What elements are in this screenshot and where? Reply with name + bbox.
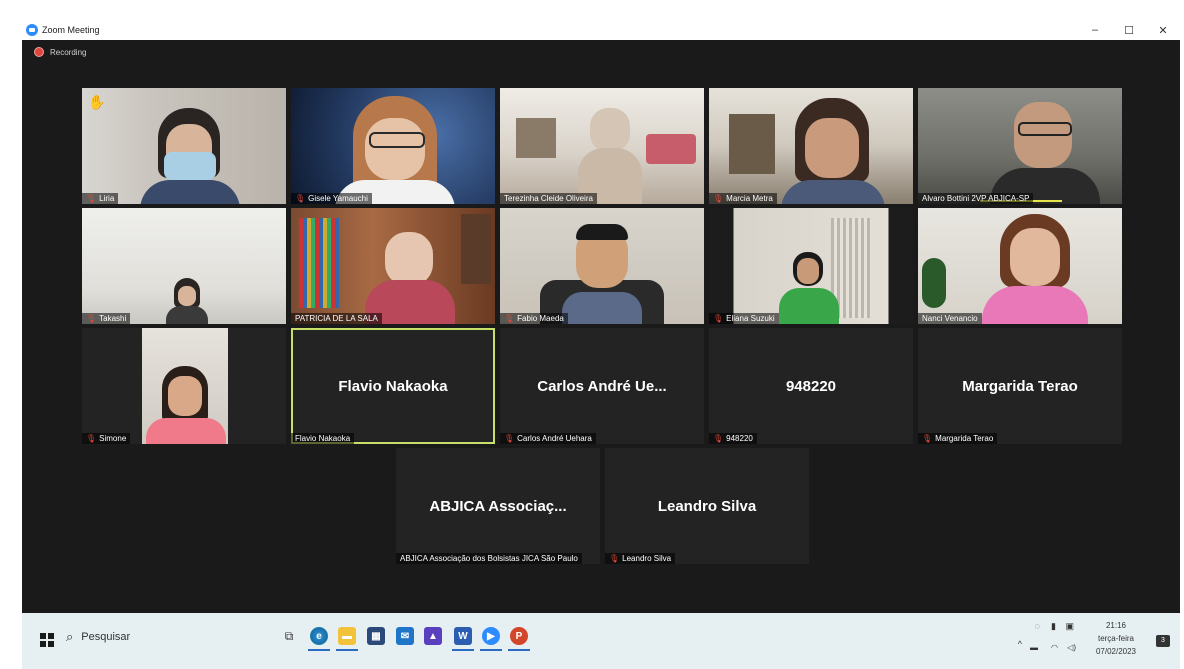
participant-name: 🎙 Margarida Terao bbox=[918, 433, 998, 444]
video-tile-gisele[interactable]: 🎙 Gisele Yamauchi bbox=[291, 88, 495, 204]
photos-icon[interactable]: ▲ bbox=[424, 627, 442, 645]
video-tile-margarida[interactable]: Margarida Terao 🎙 Margarida Terao bbox=[918, 328, 1122, 444]
video-tile-abjica[interactable]: ABJICA Associaç... ABJICA Associação dos… bbox=[396, 448, 600, 564]
edge-icon[interactable]: e bbox=[308, 627, 330, 651]
battery-icon[interactable]: ▬ bbox=[1030, 643, 1038, 652]
participant-name: 🎙 Fabio Maeda bbox=[500, 313, 568, 324]
participant-display-name: Carlos André Ue... bbox=[537, 377, 667, 395]
video-tile-leandro[interactable]: Leandro Silva 🎙 Leandro Silva bbox=[605, 448, 809, 564]
maximize-button[interactable]: ☐ bbox=[1112, 20, 1146, 40]
raised-hand-icon: ✋ bbox=[88, 94, 106, 110]
participant-name: Alvaro Bottini 2VP ABJICA-SP bbox=[918, 193, 1034, 204]
wifi-icon[interactable]: ◠ bbox=[1051, 643, 1058, 652]
participant-name: Flavio Nakaoka bbox=[291, 433, 355, 444]
muted-mic-icon: 🎙 bbox=[922, 434, 933, 443]
participant-name: 🎙 Marcia Metra bbox=[709, 193, 777, 204]
participant-display-name: 948220 bbox=[785, 377, 837, 395]
zoom-logo-icon bbox=[26, 24, 38, 36]
video-tile-fabio[interactable]: 🎙 Fabio Maeda bbox=[500, 208, 704, 324]
task-view-icon[interactable]: ⧉ bbox=[280, 627, 298, 645]
video-tile-948220[interactable]: 948220 🎙 948220 bbox=[709, 328, 913, 444]
close-button[interactable]: ✕ bbox=[1146, 20, 1180, 40]
muted-mic-icon: 🎙 bbox=[713, 434, 724, 443]
muted-mic-icon: 🎙 bbox=[86, 314, 97, 323]
recording-indicator[interactable]: Recording bbox=[34, 47, 86, 57]
clock-time: 21:16 bbox=[1105, 621, 1126, 630]
search-icon: ⌕ bbox=[66, 629, 74, 644]
muted-mic-icon: 🎙 bbox=[504, 434, 515, 443]
powerpoint-icon[interactable]: P bbox=[508, 627, 530, 651]
participant-name: ABJICA Associação dos Bolsistas JICA São… bbox=[396, 553, 582, 564]
muted-mic-icon: 🎙 bbox=[86, 194, 97, 203]
store-icon[interactable]: ▦ bbox=[367, 627, 385, 645]
participant-display-name: Flavio Nakaoka bbox=[338, 377, 448, 395]
participant-name: 🎙 Leandro Silva bbox=[605, 553, 676, 564]
taskbar-clock[interactable]: 21:16 terça-feira 07/02/2023 bbox=[1096, 619, 1136, 658]
participant-name: 🎙 Simone bbox=[82, 433, 131, 444]
participant-name: PATRICIA DE LA SALA bbox=[291, 313, 382, 324]
video-tile-flavio-active-speaker[interactable]: Flavio Nakaoka Flavio Nakaoka bbox=[291, 328, 495, 444]
window-title: Zoom Meeting bbox=[42, 25, 100, 35]
video-tile-nanci[interactable]: Nanci Venancio bbox=[918, 208, 1122, 324]
microphone-icon[interactable]: ▮ bbox=[1051, 621, 1056, 632]
mail-icon[interactable]: ✉ bbox=[396, 627, 414, 645]
participant-name: 🎙 948220 bbox=[709, 433, 757, 444]
clock-date: 07/02/2023 bbox=[1095, 647, 1136, 656]
muted-mic-icon: 🎙 bbox=[295, 194, 306, 203]
screen-icon[interactable]: ▣ bbox=[1065, 621, 1074, 632]
participant-name: 🎙 Liria bbox=[82, 193, 119, 204]
video-tile-terezinha[interactable]: Terezinha Cleide Oliveira bbox=[500, 88, 704, 204]
video-tile-marcia[interactable]: 🎙 Marcia Metra bbox=[709, 88, 913, 204]
windows-start-icon[interactable] bbox=[40, 633, 54, 647]
muted-mic-icon: 🎙 bbox=[504, 314, 515, 323]
participant-name: Nanci Venancio bbox=[918, 313, 982, 324]
participant-name: 🎙 Eliana Suzuki bbox=[709, 313, 779, 324]
participant-display-name: ABJICA Associaç... bbox=[429, 497, 567, 515]
title-bar: Zoom Meeting – ☐ ✕ bbox=[22, 20, 1180, 40]
muted-mic-icon: 🎙 bbox=[609, 554, 620, 563]
video-tile-patricia[interactable]: PATRICIA DE LA SALA bbox=[291, 208, 495, 324]
volume-icon[interactable]: ◁) bbox=[1067, 643, 1076, 652]
search-placeholder: Pesquisar bbox=[81, 631, 131, 643]
muted-mic-icon: 🎙 bbox=[713, 314, 724, 323]
chevron-up-icon[interactable]: ^ bbox=[1018, 639, 1022, 649]
participant-display-name: Margarida Terao bbox=[962, 377, 1078, 395]
notification-icon[interactable]: 3 bbox=[1156, 635, 1170, 647]
video-tile-simone[interactable]: 🎙 Simone bbox=[82, 328, 286, 444]
participant-name: 🎙 Gisele Yamauchi bbox=[291, 193, 372, 204]
participant-name: 🎙 Carlos André Uehara bbox=[500, 433, 596, 444]
video-tile-carlos[interactable]: Carlos André Ue... 🎙 Carlos André Uehara bbox=[500, 328, 704, 444]
recording-icon bbox=[34, 47, 44, 57]
clock-day: terça-feira bbox=[1097, 634, 1134, 643]
participant-name: Terezinha Cleide Oliveira bbox=[500, 193, 597, 204]
video-tile-alvaro[interactable]: Alvaro Bottini 2VP ABJICA-SP bbox=[918, 88, 1122, 204]
participant-name: 🎙 Takashi bbox=[82, 313, 131, 324]
taskbar-search[interactable]: ⌕ Pesquisar bbox=[66, 629, 130, 645]
recording-label: Recording bbox=[50, 47, 87, 57]
minimize-button[interactable]: – bbox=[1078, 20, 1112, 40]
muted-mic-icon: 🎙 bbox=[86, 434, 97, 443]
participant-display-name: Leandro Silva bbox=[657, 497, 757, 515]
video-tile-eliana[interactable]: 🎙 Eliana Suzuki bbox=[709, 208, 913, 324]
video-tile-takashi[interactable]: 🎙 Takashi bbox=[82, 208, 286, 324]
windows-taskbar: ⌕ Pesquisar ⧉ e ▬ ▦ ✉ ▲ W ▶ P ^ ◌ ▮ ▣ ▬ … bbox=[22, 613, 1180, 669]
file-explorer-icon[interactable]: ▬ bbox=[336, 627, 358, 651]
video-tile-liria[interactable]: ✋ 🎙 Liria bbox=[82, 88, 286, 204]
zoom-taskbar-icon[interactable]: ▶ bbox=[480, 627, 502, 651]
muted-mic-icon: 🎙 bbox=[713, 194, 724, 203]
update-icon[interactable]: ◌ bbox=[1035, 621, 1040, 631]
word-icon[interactable]: W bbox=[452, 627, 474, 651]
zoom-window: Zoom Meeting – ☐ ✕ Recording ✋ 🎙 Liria 🎙 G… bbox=[22, 20, 1180, 613]
